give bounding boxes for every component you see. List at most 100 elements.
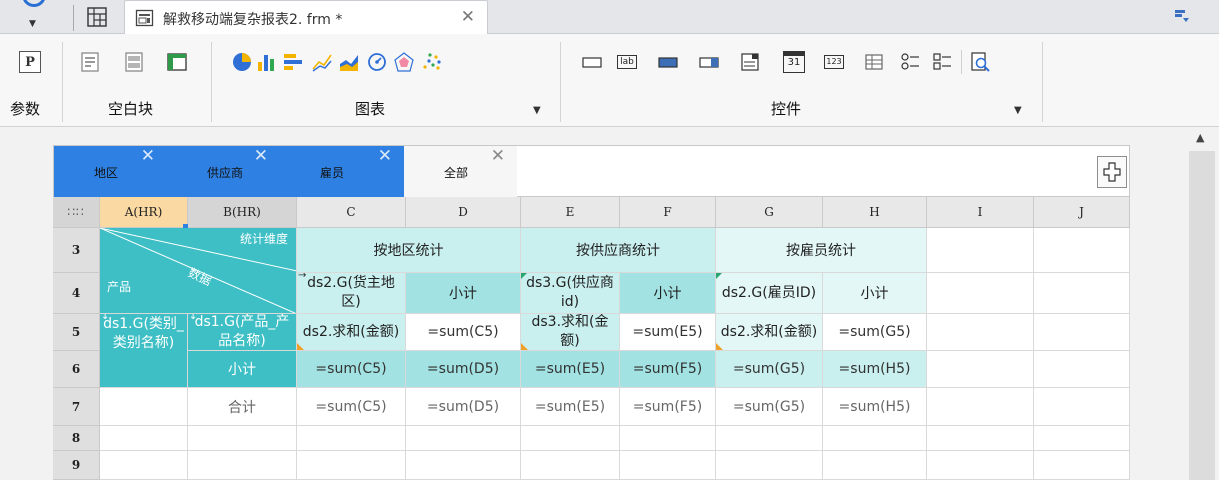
cell-i6[interactable]: [927, 351, 1034, 388]
cell-b5[interactable]: ↓ ds1.G(产品_产品名称): [188, 314, 297, 351]
column-header-b[interactable]: B(HR): [188, 197, 297, 228]
cell-j4[interactable]: [1034, 273, 1130, 314]
number-widget-button[interactable]: 123: [822, 50, 846, 74]
cell-h7[interactable]: =sum(H5): [823, 388, 927, 426]
cell-f7[interactable]: =sum(F5): [620, 388, 716, 426]
cell-e4[interactable]: ds3.G(供应商id): [521, 273, 620, 314]
cell-a7[interactable]: [100, 388, 188, 426]
column-header-f[interactable]: F: [620, 197, 716, 228]
cell-g5[interactable]: ds2.求和(金额): [716, 314, 823, 351]
scroll-up-icon[interactable]: ▲: [1196, 131, 1204, 144]
cell-i8[interactable]: [927, 426, 1034, 451]
table-widget-button[interactable]: [862, 50, 886, 74]
cell-f9[interactable]: [620, 451, 716, 480]
horizontal-bar-chart-button[interactable]: [281, 50, 305, 74]
cell-i4[interactable]: [927, 273, 1034, 314]
row-header-7[interactable]: 7: [53, 388, 100, 426]
close-icon[interactable]: ✕: [141, 146, 155, 166]
cell-a8[interactable]: [100, 426, 188, 451]
cell-c6[interactable]: =sum(C5): [297, 351, 406, 388]
cell-g7[interactable]: =sum(G5): [716, 388, 823, 426]
close-icon[interactable]: ✕: [378, 146, 392, 166]
select-all-corner[interactable]: ∷∷: [53, 197, 100, 228]
cell-c9[interactable]: [297, 451, 406, 480]
column-header-d[interactable]: D: [406, 197, 521, 228]
cell-d6[interactable]: =sum(D5): [406, 351, 521, 388]
radio-group-widget-button[interactable]: [899, 50, 923, 74]
group-header-employee[interactable]: 按雇员统计: [716, 228, 927, 273]
cell-a5[interactable]: ↓ ds1.G(类别_类别名称): [100, 314, 188, 388]
checkbox-group-widget-button[interactable]: [931, 50, 955, 74]
row-header-5[interactable]: 5: [53, 314, 100, 351]
cell-d8[interactable]: [406, 426, 521, 451]
column-header-g[interactable]: G: [716, 197, 823, 228]
document-tab[interactable]: 解救移动端复杂报表2. frm * ✕: [124, 0, 488, 35]
cell-d4[interactable]: 小计: [406, 273, 521, 314]
cell-j3[interactable]: [1034, 228, 1130, 273]
query-widget-button[interactable]: [968, 50, 992, 74]
close-icon[interactable]: ✕: [254, 146, 268, 166]
scatter-chart-button[interactable]: [420, 50, 444, 74]
column-header-c[interactable]: C: [297, 197, 406, 228]
button-widget-button[interactable]: [656, 50, 680, 74]
slash-header-cell[interactable]: 统计维度 数据 产品: [100, 228, 297, 314]
close-tab-icon[interactable]: ✕: [461, 7, 475, 27]
cell-b9[interactable]: [188, 451, 297, 480]
row-header-9[interactable]: 9: [53, 451, 100, 480]
cell-i9[interactable]: [927, 451, 1034, 480]
column-header-i[interactable]: I: [927, 197, 1034, 228]
radar-chart-button[interactable]: [392, 50, 416, 74]
widget-more-dropdown-icon[interactable]: ▼: [1014, 105, 1022, 116]
chart-more-dropdown-icon[interactable]: ▼: [533, 105, 541, 116]
column-header-j[interactable]: J: [1034, 197, 1130, 228]
row-header-3[interactable]: 3: [53, 228, 100, 273]
param-tab-region[interactable]: 地区 ✕: [54, 146, 167, 198]
cell-h9[interactable]: [823, 451, 927, 480]
cell-d7[interactable]: =sum(D5): [406, 388, 521, 426]
column-header-e[interactable]: E: [521, 197, 620, 228]
cell-j6[interactable]: [1034, 351, 1130, 388]
cell-f4[interactable]: 小计: [620, 273, 716, 314]
cell-c7[interactable]: =sum(C5): [297, 388, 406, 426]
column-header-h[interactable]: H: [823, 197, 927, 228]
param-tab-employee[interactable]: 雇员 ✕: [280, 146, 404, 198]
gauge-chart-button[interactable]: [365, 50, 389, 74]
text-field-widget-button[interactable]: [580, 50, 604, 74]
cell-e5[interactable]: ds3.求和(金额): [521, 314, 620, 351]
preview-dropdown[interactable]: ▼: [8, 0, 60, 34]
bar-chart-button[interactable]: [255, 50, 279, 74]
cell-j7[interactable]: [1034, 388, 1130, 426]
cell-h8[interactable]: [823, 426, 927, 451]
cell-e9[interactable]: [521, 451, 620, 480]
cell-d5[interactable]: =sum(C5): [406, 314, 521, 351]
cell-b8[interactable]: [188, 426, 297, 451]
date-widget-button[interactable]: 31: [782, 50, 806, 74]
blank-table-block-button[interactable]: [165, 50, 189, 74]
cell-j5[interactable]: [1034, 314, 1130, 351]
scrollbar-track[interactable]: [1189, 151, 1215, 480]
line-chart-button[interactable]: [310, 50, 334, 74]
row-header-6[interactable]: 6: [53, 351, 100, 388]
cell-a9[interactable]: [100, 451, 188, 480]
cell-e6[interactable]: =sum(E5): [521, 351, 620, 388]
cell-d9[interactable]: [406, 451, 521, 480]
blank-form-block-button[interactable]: [122, 50, 146, 74]
cell-j9[interactable]: [1034, 451, 1130, 480]
label-widget-button[interactable]: lab: [615, 50, 639, 74]
cell-h6[interactable]: =sum(H5): [823, 351, 927, 388]
cell-g9[interactable]: [716, 451, 823, 480]
window-menu-icon[interactable]: [1174, 9, 1190, 23]
blank-report-block-button[interactable]: [78, 50, 102, 74]
cell-c8[interactable]: [297, 426, 406, 451]
combobox-widget-button[interactable]: [697, 50, 721, 74]
cell-f5[interactable]: =sum(E5): [620, 314, 716, 351]
cell-j8[interactable]: [1034, 426, 1130, 451]
group-header-supplier[interactable]: 按供应商统计: [521, 228, 716, 273]
cell-b7[interactable]: 合计: [188, 388, 297, 426]
column-header-a[interactable]: A(HR): [100, 197, 188, 228]
cell-g6[interactable]: =sum(G5): [716, 351, 823, 388]
cell-f8[interactable]: [620, 426, 716, 451]
area-chart-button[interactable]: [337, 50, 361, 74]
cell-f6[interactable]: =sum(F5): [620, 351, 716, 388]
cell-c4[interactable]: → ds2.G(货主地区): [297, 273, 406, 314]
